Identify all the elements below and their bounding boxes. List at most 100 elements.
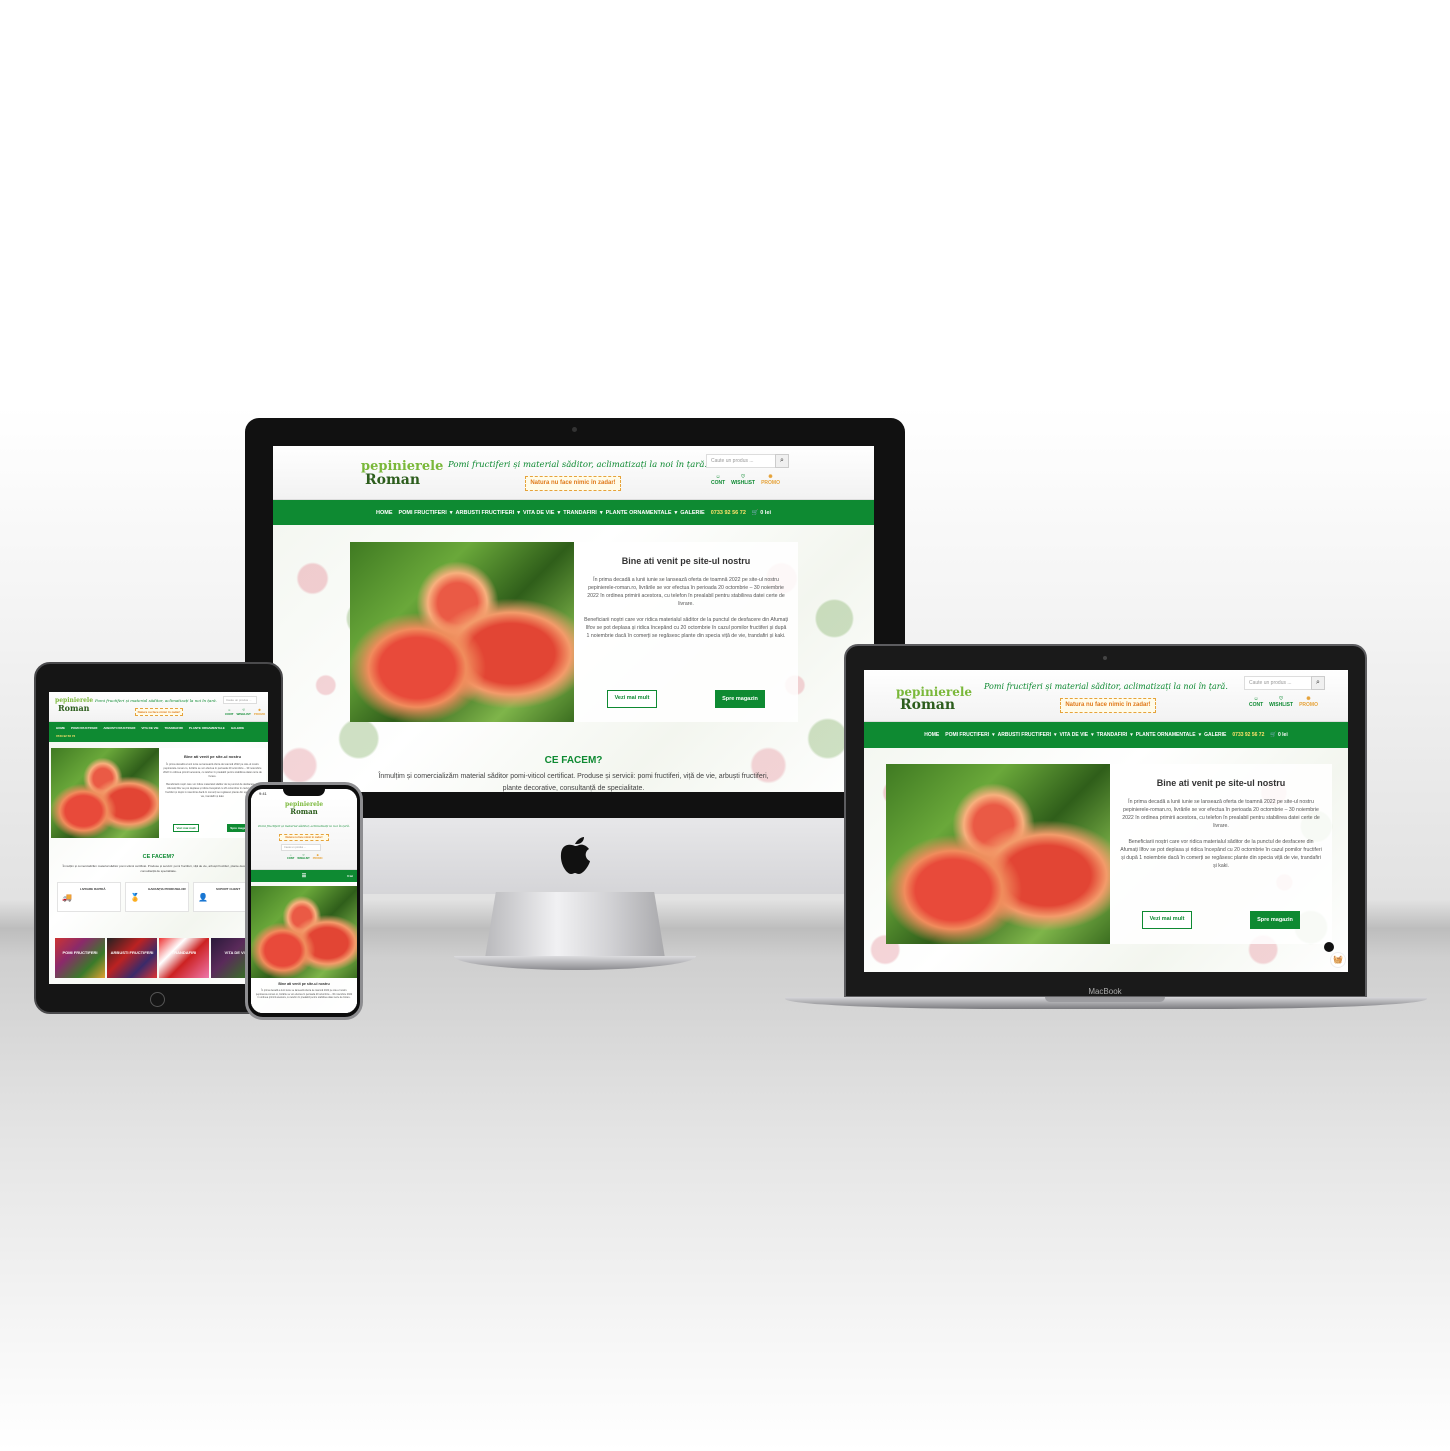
see-more-button[interactable]: Vezi mai mult bbox=[1142, 911, 1192, 929]
nav-phone[interactable]: 0733 92 56 72 bbox=[711, 510, 746, 516]
site-logo[interactable]: pepinierele Roman bbox=[285, 802, 323, 816]
nav-home[interactable]: HOME bbox=[924, 732, 939, 738]
what-we-do-title: CE FACEM? bbox=[142, 854, 175, 860]
close-icon[interactable] bbox=[1324, 942, 1334, 952]
wishlist-link[interactable]: ♡ WISHLIST bbox=[1269, 696, 1293, 708]
welcome-paragraph: În prima decadă a lunii iunie se lanseaz… bbox=[1122, 799, 1320, 829]
chevron-down-icon: ▾ bbox=[992, 732, 995, 738]
menu-icon[interactable]: ☰ bbox=[302, 873, 306, 879]
hero-peach-image bbox=[51, 748, 159, 838]
truck-icon: 🚚 bbox=[62, 893, 72, 902]
nav-pomi-fructiferi[interactable]: POMI FRUCTIFERI bbox=[945, 732, 989, 738]
website: pepinierele Roman Pomi fructiferi și mat… bbox=[864, 670, 1348, 972]
ipad-home-button bbox=[150, 992, 165, 1007]
account-link[interactable]: ☺ CONT bbox=[1249, 696, 1263, 708]
search-input[interactable]: Caute un produs ... bbox=[223, 696, 257, 704]
promo-link[interactable]: ✺ PROMO bbox=[761, 474, 780, 486]
cart-link[interactable]: 🛒 0 lei bbox=[752, 510, 771, 516]
nav-arbusti-fructiferi[interactable]: ARBUSTI FRUCTIFERI bbox=[998, 732, 1051, 738]
what-we-do-text: Înmulțim și comercializăm material sădit… bbox=[378, 773, 769, 792]
wishlist-link[interactable]: ♡ WISHLIST bbox=[731, 474, 755, 486]
main-nav: HOME POMI FRUCTIFERI ▾ ARBUSTI FRUCTIFERI… bbox=[273, 500, 874, 525]
site-logo[interactable]: pepinierele Roman bbox=[361, 460, 443, 487]
main-content: Bine ati venit pe site-ul nostru În prim… bbox=[251, 882, 357, 1013]
nav-trandafiri[interactable]: TRANDAFIRI bbox=[165, 726, 183, 730]
site-logo[interactable]: pepinierele Roman bbox=[55, 698, 93, 713]
iphone-screen: 9:41 pepinierele Roman Pomi fructiferi ș… bbox=[251, 789, 357, 1013]
site-header: pepinierele Roman Pomi fructiferi și mat… bbox=[864, 670, 1348, 722]
nav-phone[interactable]: 0733 92 56 72 bbox=[1232, 732, 1264, 738]
welcome-title: Bine ati venit pe site-ul nostru bbox=[183, 754, 242, 759]
nav-home[interactable]: HOME bbox=[56, 726, 65, 730]
account-link[interactable]: ☺ CONT bbox=[287, 854, 294, 860]
header-icons: ☺ CONT ♡ WISHLIST ✺ PROMO bbox=[287, 854, 323, 860]
account-link[interactable]: ☺ CONT bbox=[711, 474, 725, 486]
main-content: Bine ati venit pe site-ul nostru În prim… bbox=[49, 742, 268, 984]
shop-button[interactable]: Spre magazin bbox=[715, 690, 765, 708]
website: 9:41 pepinierele Roman Pomi fructiferi ș… bbox=[251, 789, 357, 1013]
cart-link[interactable]: 🛒 0 lei bbox=[1270, 732, 1287, 738]
search-input[interactable]: Caute un produs ... bbox=[706, 454, 776, 468]
site-header: pepinierele Roman Pomi fructiferi și mat… bbox=[49, 692, 268, 722]
category-tile[interactable]: ARBUSTI FRUCTIFERI bbox=[107, 938, 157, 978]
nav-plante-ornamentale[interactable]: PLANTE ORNAMENTALE bbox=[1136, 732, 1196, 738]
nav-vita-de-vie[interactable]: VITA DE VIE bbox=[141, 726, 158, 730]
welcome-box: Bine ati venit pe site-ul nostru În prim… bbox=[251, 978, 357, 1013]
header-icons: ☺ CONT ♡ WISHLIST ✺ PROMO bbox=[711, 474, 780, 486]
mobile-nav: ☰ 0 lei bbox=[251, 870, 357, 882]
nav-pomi-fructiferi[interactable]: POMI FRUCTIFERI bbox=[398, 510, 446, 516]
nav-arbusti-fructiferi[interactable]: ARBUSTI FRUCTIFERI bbox=[103, 726, 135, 730]
nav-phone[interactable]: 0733 92 56 72 bbox=[56, 734, 75, 738]
welcome-paragraph: Beneficiarii noștri care vor ridica mate… bbox=[584, 617, 788, 639]
support-icon: 👤 bbox=[198, 893, 208, 902]
nav-galerie[interactable]: GALERIE bbox=[680, 510, 704, 516]
nav-plante-ornamentale[interactable]: PLANTE ORNAMENTALE bbox=[189, 726, 225, 730]
imac-base bbox=[454, 956, 696, 970]
search-button[interactable]: ⌕ bbox=[1311, 676, 1325, 690]
chevron-down-icon: ▾ bbox=[674, 509, 678, 516]
what-we-do-title: CE FACEM? bbox=[544, 755, 603, 766]
wishlist-link[interactable]: ♡ WISHLIST bbox=[237, 708, 251, 716]
cart-link[interactable]: 0 lei bbox=[347, 874, 353, 878]
promo-link[interactable]: ✺ PROMO bbox=[254, 708, 265, 716]
nav-plante-ornamentale[interactable]: PLANTE ORNAMENTALE bbox=[606, 510, 672, 516]
see-more-button[interactable]: Vezi mai mult bbox=[607, 690, 657, 708]
nav-arbusti-fructiferi[interactable]: ARBUSTI FRUCTIFERI bbox=[456, 510, 515, 516]
device-mockup-scene: pepinierele Roman Pomi fructiferi și mat… bbox=[0, 0, 1450, 1451]
search-icon: ⌕ bbox=[1316, 679, 1320, 686]
chevron-down-icon: ▾ bbox=[1198, 732, 1202, 738]
site-logo[interactable]: pepinierele Roman bbox=[896, 686, 972, 712]
nav-vita-de-vie[interactable]: VITA DE VIE bbox=[1060, 732, 1089, 738]
apple-logo-icon bbox=[560, 837, 590, 874]
category-tile[interactable]: TRANDAFIRI bbox=[159, 938, 209, 978]
nav-trandafiri[interactable]: TRANDAFIRI bbox=[1097, 732, 1128, 738]
feature-card: 🏅 GARANȚIA PRODUSELOR bbox=[125, 882, 189, 912]
search-button[interactable]: ⌕ bbox=[775, 454, 789, 468]
main-content: Bine ati venit pe site-ul nostru În prim… bbox=[864, 748, 1348, 972]
promo-link[interactable]: ✺ PROMO bbox=[313, 854, 323, 860]
nav-trandafiri[interactable]: TRANDAFIRI bbox=[563, 510, 597, 516]
site-motto: Natura nu face nimic în zadar! bbox=[1060, 698, 1156, 713]
category-tile[interactable]: POMI FRUCTIFERI bbox=[55, 938, 105, 978]
main-nav: HOME POMI FRUCTIFERI ARBUSTI FRUCTIFERI … bbox=[49, 722, 268, 742]
see-more-button[interactable]: Vezi mai mult bbox=[173, 824, 199, 832]
search-input[interactable]: Caute un produs ... bbox=[1244, 676, 1312, 690]
nav-home[interactable]: HOME bbox=[376, 510, 393, 516]
nav-galerie[interactable]: GALERIE bbox=[231, 726, 244, 730]
account-link[interactable]: ☺ CONT bbox=[225, 708, 234, 716]
imac-camera bbox=[572, 427, 577, 432]
nav-galerie[interactable]: GALERIE bbox=[1204, 732, 1226, 738]
imac-stand bbox=[485, 892, 665, 958]
iphone-notch bbox=[283, 789, 325, 796]
search-input[interactable]: Caute un produs ... bbox=[281, 844, 321, 851]
main-content: Bine ati venit pe site-ul nostru În prim… bbox=[273, 525, 874, 792]
nav-vita-de-vie[interactable]: VITA DE VIE bbox=[523, 510, 554, 516]
what-we-do-text: Înmulțim și comercializăm material sădit… bbox=[62, 864, 255, 873]
promo-link[interactable]: ✺ PROMO bbox=[1299, 696, 1318, 708]
wishlist-link[interactable]: ♡ WISHLIST bbox=[297, 854, 309, 860]
shop-button[interactable]: Spre magazin bbox=[1250, 911, 1300, 929]
cart-float-icon[interactable]: 🧺 bbox=[1330, 952, 1346, 968]
chevron-down-icon: ▾ bbox=[449, 509, 453, 516]
nav-pomi-fructiferi[interactable]: POMI FRUCTIFERI bbox=[71, 726, 97, 730]
site-tagline: Pomi fructiferi și material săditor, acl… bbox=[258, 824, 350, 828]
